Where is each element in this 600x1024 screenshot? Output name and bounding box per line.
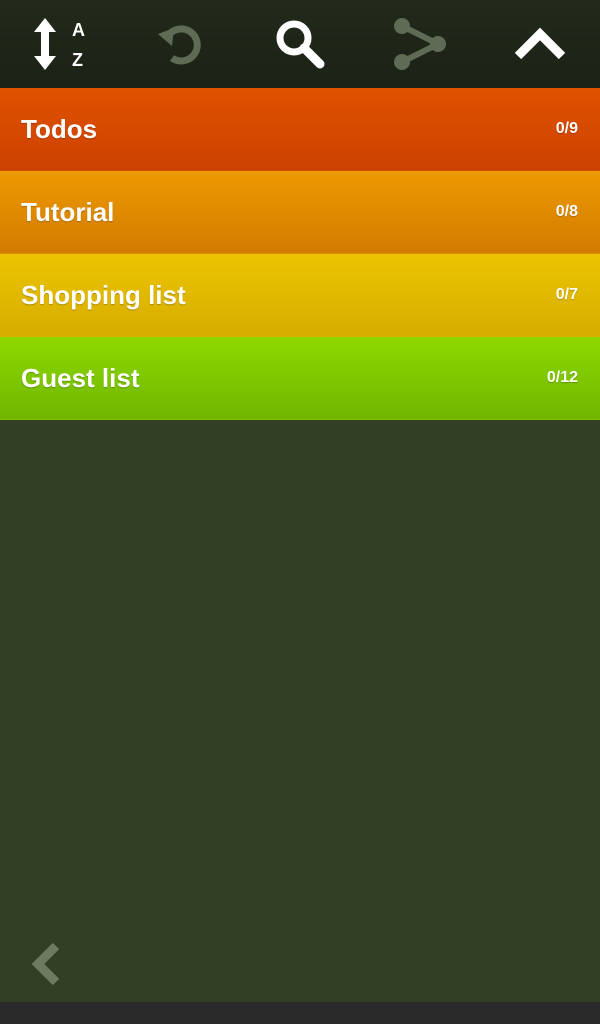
list-count: 0/9 — [555, 120, 578, 137]
system-bottom-bar — [0, 1002, 600, 1024]
collapse-button[interactable] — [490, 0, 590, 88]
undo-icon — [154, 18, 206, 70]
list-count: 0/12 — [546, 369, 578, 386]
search-button[interactable] — [250, 0, 350, 88]
list-item-todos[interactable]: Todos 0/9 — [0, 88, 600, 171]
list-container: Todos 0/9 Tutorial 0/8 Shopping list 0/7… — [0, 88, 600, 420]
undo-button[interactable] — [130, 0, 230, 88]
chevron-up-icon — [514, 24, 566, 64]
share-icon — [391, 17, 449, 71]
sort-button[interactable]: A Z — [10, 0, 110, 88]
list-count: 0/8 — [555, 203, 578, 220]
sort-letter-z: Z — [72, 50, 83, 70]
sort-az-icon: A Z — [30, 14, 90, 74]
list-name: Tutorial — [21, 196, 115, 227]
list-count: 0/7 — [555, 286, 578, 303]
list-item-guest-list[interactable]: Guest list 0/12 — [0, 337, 600, 420]
list-name: Shopping list — [21, 279, 186, 310]
share-button[interactable] — [370, 0, 470, 88]
app-root: A Z Todos 0/9 Tutorial 0/8 Shopping list… — [0, 0, 600, 1024]
toolbar: A Z — [0, 0, 600, 88]
back-button[interactable] — [24, 940, 68, 992]
list-name: Guest list — [21, 362, 140, 393]
list-item-tutorial[interactable]: Tutorial 0/8 — [0, 171, 600, 254]
list-name: Todos — [21, 113, 98, 144]
chevron-left-icon — [28, 940, 64, 993]
list-item-shopping-list[interactable]: Shopping list 0/7 — [0, 254, 600, 337]
search-icon — [273, 17, 327, 71]
sort-letter-a: A — [72, 20, 85, 40]
